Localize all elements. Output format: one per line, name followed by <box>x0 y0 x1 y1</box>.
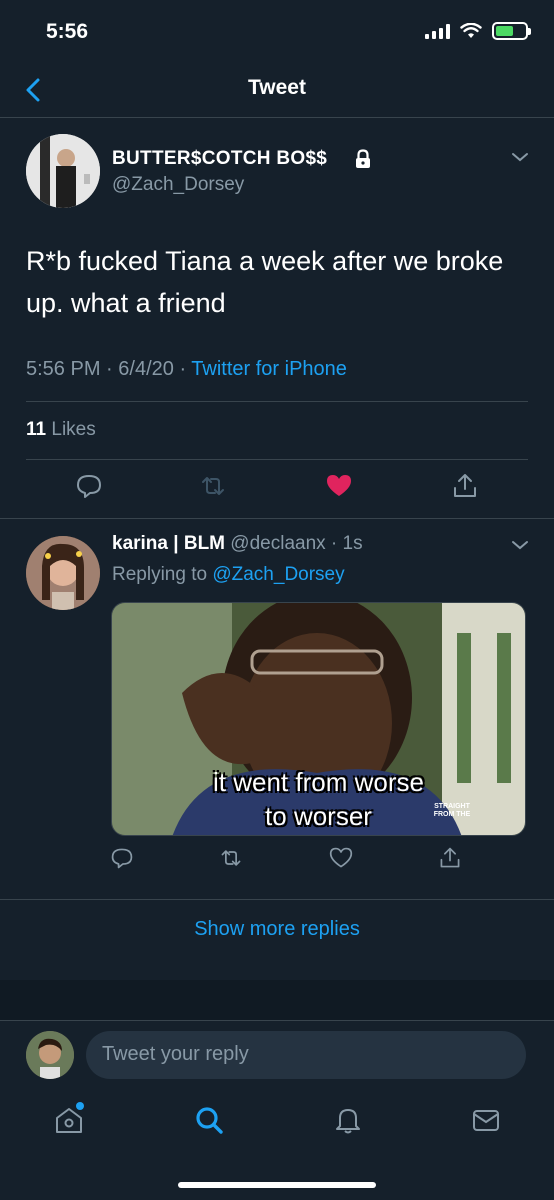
reply-icon[interactable] <box>110 846 134 870</box>
home-indicator <box>178 1182 376 1188</box>
cellular-signal-icon <box>425 23 450 39</box>
search-icon[interactable] <box>193 1104 225 1136</box>
bell-icon[interactable] <box>332 1104 364 1136</box>
show-more-replies-link[interactable]: Show more replies <box>0 918 554 941</box>
mail-icon[interactable] <box>470 1104 502 1136</box>
reply-actions <box>0 846 554 886</box>
chevron-down-icon[interactable] <box>510 538 530 552</box>
heart-icon[interactable] <box>325 472 353 500</box>
heart-icon[interactable] <box>329 846 353 870</box>
reply-icon[interactable] <box>75 472 103 500</box>
tweet-source-link[interactable]: Twitter for iPhone <box>191 358 347 380</box>
home-notification-dot <box>76 1102 84 1110</box>
status-bar: 5:56 <box>0 0 554 64</box>
divider <box>0 899 554 900</box>
page-title: Tweet <box>248 76 306 99</box>
divider <box>26 401 528 402</box>
tweet-time: 5:56 PM <box>26 358 101 380</box>
media-watermark: STRAIGHT FROM THE <box>433 803 471 818</box>
reply-input[interactable]: Tweet your reply <box>86 1031 526 1079</box>
likes-count: 11 <box>26 419 47 440</box>
status-icons <box>425 22 531 40</box>
reply-age: 1s <box>342 533 363 554</box>
tweet-actions <box>0 472 554 512</box>
divider <box>0 518 554 519</box>
retweet-icon[interactable] <box>219 846 243 870</box>
author-name[interactable]: BUTTER$COTCH BO$$ <box>112 148 327 170</box>
avatar[interactable] <box>26 536 100 610</box>
likes-stat[interactable]: 11 Likes <box>26 419 96 441</box>
wifi-icon <box>460 23 482 38</box>
author-handle[interactable]: @Zach_Dorsey <box>112 174 244 196</box>
tab-bar <box>0 1090 554 1200</box>
retweet-icon[interactable] <box>199 472 227 500</box>
top-nav: Tweet <box>0 64 554 118</box>
status-time: 5:56 <box>46 20 89 43</box>
replying-label: Replying to <box>112 564 208 585</box>
share-icon[interactable] <box>438 846 462 870</box>
section-gap <box>0 980 554 1020</box>
battery-icon <box>492 22 531 40</box>
replying-to: Replying to @Zach_Dorsey <box>112 564 345 586</box>
share-icon[interactable] <box>451 472 479 500</box>
tweet-date: 6/4/20 <box>118 358 174 380</box>
divider <box>26 459 528 460</box>
media-caption: it went from worse <box>213 767 424 797</box>
reply-media-image[interactable]: it went from worse to worser STRAIGHT FR… <box>111 602 526 836</box>
reply-author-handle[interactable]: @declaanx <box>230 533 325 554</box>
reply-header: karina | BLM @declaanx · 1s <box>112 533 363 554</box>
reply-composer: Tweet your reply <box>0 1020 554 1090</box>
likes-label: Likes <box>51 419 96 440</box>
reply-author-name[interactable]: karina | BLM <box>112 533 225 554</box>
tweet-meta: 5:56 PM · 6/4/20 · Twitter for iPhone <box>26 358 347 380</box>
avatar[interactable] <box>26 134 100 208</box>
lock-icon <box>356 149 370 168</box>
avatar[interactable] <box>26 1031 74 1079</box>
tweet-text: R*b fucked Tiana a week after we broke u… <box>26 246 504 318</box>
chevron-down-icon[interactable] <box>510 150 530 164</box>
replying-mention-link[interactable]: @Zach_Dorsey <box>212 564 344 585</box>
